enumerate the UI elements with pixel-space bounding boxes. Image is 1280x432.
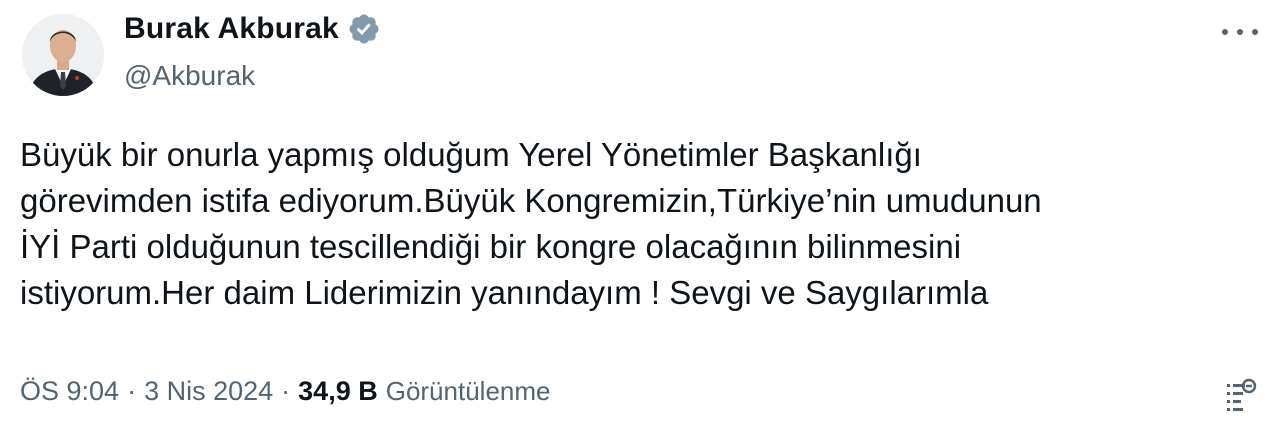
verified-badge-icon[interactable] [347,12,381,46]
tweet-text-line: Büyük bir onurla yapmış olduğum Yerel Yö… [20,136,922,173]
more-options-icon[interactable] [1222,20,1258,44]
tweet-card: Burak Akburak @Akburak Büyük bir onurla … [0,0,1280,432]
views-count: 34,9 B [298,376,378,406]
meta-separator: · [127,376,137,406]
meta-separator: · [281,376,291,406]
author-handle[interactable]: @Akburak [124,60,255,92]
avatar[interactable] [22,14,104,96]
views-label: Görüntülenme [385,376,551,406]
author-name-row: Burak Akburak [124,12,381,46]
tweet-text: Büyük bir onurla yapmış olduğum Yerel Yö… [20,132,1240,316]
tweet-time[interactable]: ÖS 9:04 [20,376,119,407]
author-display-name[interactable]: Burak Akburak [124,12,339,46]
tweet-meta: ÖS 9:04 · 3 Nis 2024 · 34,9 B Görüntülen… [20,376,550,407]
tweet-text-line: görevimden istifa ediyorum.Büyük Kongrem… [20,182,1042,219]
tweet-text-line: istiyorum.Her daim Liderimizin yanındayı… [20,274,989,311]
tweet-text-line: İYİ Parti olduğunun tescillendiği bir ko… [20,228,962,265]
tweet-date[interactable]: 3 Nis 2024 [144,376,273,407]
profile-photo-icon [22,14,104,96]
analytics-icon[interactable] [1222,376,1258,416]
